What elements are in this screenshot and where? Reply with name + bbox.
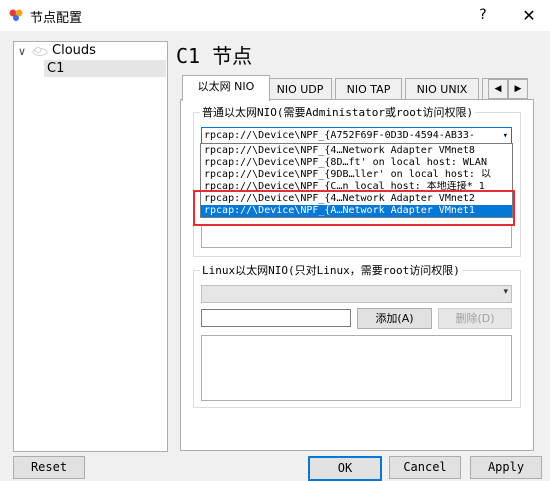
tab-ethernet-nio[interactable]: 以太网 NIO <box>182 75 270 101</box>
app-icon <box>9 9 23 21</box>
tab-scroll-left-button[interactable]: ◀ <box>488 79 508 99</box>
ok-button[interactable]: OK <box>308 456 382 481</box>
linux-adapter-select[interactable]: ▾ <box>201 285 512 303</box>
cancel-button[interactable]: Cancel <box>389 456 461 479</box>
tab-nio-unix[interactable]: NIO UNIX <box>405 78 479 100</box>
help-button[interactable]: ? <box>468 0 498 31</box>
ethernet-select-value: rpcap://\Device\NPF_{A752F69F-0D3D-4594-… <box>204 130 475 141</box>
linux-group-label: Linux以太网NIO(只对Linux，需要root访问权限) <box>200 262 462 278</box>
apply-button[interactable]: Apply <box>470 456 542 479</box>
title-bar: 节点配置 ? ✕ <box>0 0 550 31</box>
tree-item-label: Clouds <box>52 43 96 58</box>
dropdown-option[interactable]: rpcap://\Device\NPF_{9DB…ller' on local … <box>201 169 512 181</box>
dropdown-option[interactable]: rpcap://\Device\NPF_{8D…ft' on local hos… <box>201 157 512 169</box>
chevron-down-icon[interactable]: ▾ <box>503 128 508 144</box>
tab-scroll-buttons: ◀ ▶ <box>488 79 528 99</box>
add-button[interactable]: 添加(A) <box>357 308 432 329</box>
chevron-down-icon[interactable]: ▾ <box>503 287 508 297</box>
delete-button[interactable]: 删除(D) <box>438 308 512 329</box>
close-button[interactable]: ✕ <box>514 0 544 31</box>
cloud-icon <box>32 47 48 56</box>
chevron-down-icon[interactable]: ∨ <box>18 45 26 58</box>
tab-scroll-right-button[interactable]: ▶ <box>508 79 528 99</box>
tab-nio-udp[interactable]: NIO UDP <box>268 78 332 100</box>
tree-item-clouds[interactable]: ∨ Clouds <box>14 42 167 60</box>
ethernet-group-label: 普通以太网NIO(需要Administator或root访问权限) <box>200 104 476 120</box>
tree-item-c1[interactable]: C1 <box>44 60 166 77</box>
node-tree[interactable]: ∨ Clouds C1 <box>13 41 168 452</box>
page-title: C1 节点 <box>176 44 253 68</box>
tab-nio-tap[interactable]: NIO TAP <box>335 78 402 100</box>
dropdown-option[interactable]: rpcap://\Device\NPF_{4…Network Adapter V… <box>201 145 512 157</box>
ethernet-nio-list[interactable] <box>201 224 512 248</box>
red-highlight-box <box>193 190 515 226</box>
window-title: 节点配置 <box>30 11 83 26</box>
reset-button[interactable]: Reset <box>13 456 85 479</box>
linux-nio-list[interactable] <box>201 335 512 401</box>
tree-item-label: C1 <box>47 61 65 76</box>
linux-adapter-input[interactable] <box>201 309 351 327</box>
